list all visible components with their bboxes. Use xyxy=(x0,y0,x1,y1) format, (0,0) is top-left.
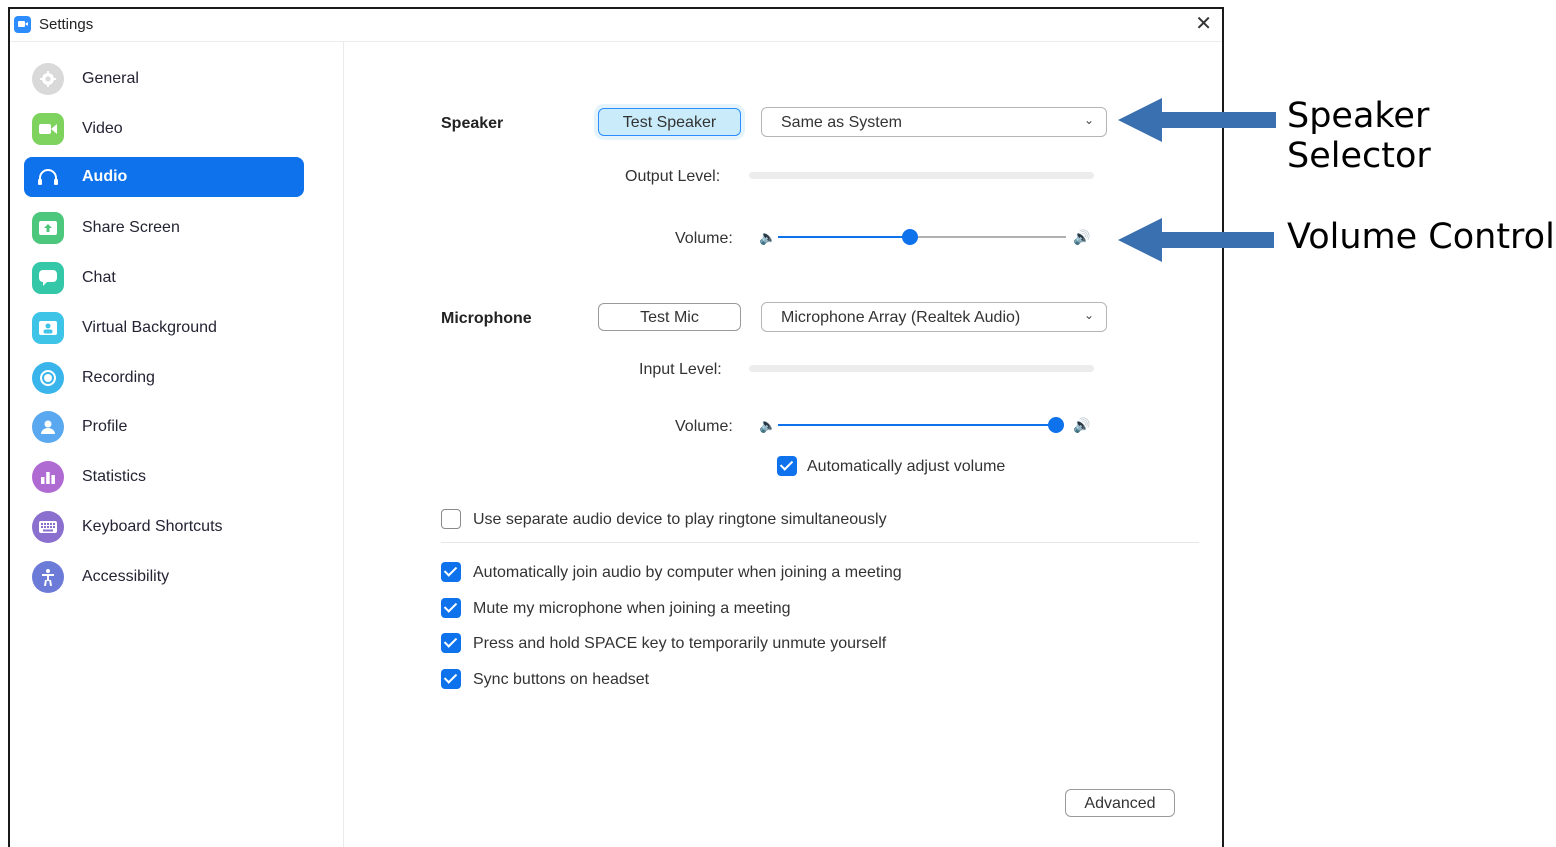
microphone-section-label: Microphone xyxy=(441,310,532,327)
sidebar-item-video[interactable]: Video xyxy=(24,109,304,149)
person-background-icon xyxy=(32,312,64,344)
volume-low-icon: 🔈 xyxy=(759,229,777,245)
microphone-volume-fill xyxy=(778,424,1056,426)
title-bar: Settings ✕ xyxy=(10,9,1222,42)
input-level-label: Input Level: xyxy=(639,361,722,378)
volume-high-icon: 🔊 xyxy=(1073,229,1091,245)
auto-join-audio-checkbox[interactable] xyxy=(441,562,461,582)
sidebar-item-label: Video xyxy=(82,120,123,137)
sidebar-item-label: Chat xyxy=(82,269,116,286)
space-unmute-label: Press and hold SPACE key to temporarily … xyxy=(473,635,887,652)
microphone-device-value: Microphone Array (Realtek Audio) xyxy=(781,309,1021,326)
keyboard-icon xyxy=(32,511,64,543)
sidebar-item-chat[interactable]: Chat xyxy=(24,258,304,298)
speaker-device-select[interactable]: Same as System ⌄ xyxy=(761,107,1107,137)
sidebar-item-virtual-background[interactable]: Virtual Background xyxy=(24,308,304,348)
options-divider xyxy=(441,542,1199,543)
advanced-button[interactable]: Advanced xyxy=(1065,789,1175,817)
close-icon[interactable]: ✕ xyxy=(1195,13,1212,35)
microphone-volume-label: Volume: xyxy=(675,418,733,435)
input-level-meter xyxy=(749,365,1094,372)
output-level-label: Output Level: xyxy=(625,168,721,185)
sidebar-item-keyboard-shortcuts[interactable]: Keyboard Shortcuts xyxy=(24,507,304,547)
sidebar: General Video Audio Share Screen Chat Vi… xyxy=(10,42,344,847)
auto-adjust-volume-checkbox[interactable] xyxy=(777,456,797,476)
speaker-volume-fill xyxy=(778,236,911,238)
chevron-down-icon: ⌄ xyxy=(1083,113,1094,127)
volume-high-icon: 🔊 xyxy=(1073,417,1091,433)
sidebar-item-label: Audio xyxy=(82,168,128,185)
auto-adjust-volume-label: Automatically adjust volume xyxy=(807,458,1006,475)
sidebar-item-audio[interactable]: Audio xyxy=(24,157,304,197)
sidebar-item-profile[interactable]: Profile xyxy=(24,407,304,447)
sidebar-item-label: Profile xyxy=(82,418,128,435)
sidebar-item-statistics[interactable]: Statistics xyxy=(24,457,304,497)
sidebar-item-label: Statistics xyxy=(82,468,147,485)
test-speaker-button[interactable]: Test Speaker xyxy=(598,108,741,136)
share-screen-icon xyxy=(32,212,64,244)
separate-ringtone-checkbox[interactable] xyxy=(441,509,461,529)
speaker-section-label: Speaker xyxy=(441,115,504,132)
microphone-volume-slider[interactable] xyxy=(778,417,1064,433)
speaker-device-value: Same as System xyxy=(781,114,902,131)
speaker-selector-annotation: Speaker Selector xyxy=(1287,96,1431,176)
headphones-icon xyxy=(32,161,64,193)
sidebar-item-label: Share Screen xyxy=(82,219,180,236)
speaker-volume-thumb[interactable] xyxy=(902,229,919,245)
volume-low-icon: 🔈 xyxy=(759,417,777,433)
sidebar-item-recording[interactable]: Recording xyxy=(24,358,304,398)
bar-chart-icon xyxy=(32,461,64,493)
sidebar-item-share-screen[interactable]: Share Screen xyxy=(24,208,304,248)
chevron-down-icon: ⌄ xyxy=(1083,308,1094,322)
accessibility-icon xyxy=(32,561,64,593)
sync-headset-label: Sync buttons on headset xyxy=(473,671,650,688)
record-icon xyxy=(32,362,64,394)
sidebar-item-accessibility[interactable]: Accessibility xyxy=(24,557,304,597)
speaker-volume-label: Volume: xyxy=(675,230,733,247)
sidebar-item-label: General xyxy=(82,70,139,87)
volume-control-annotation: Volume Control xyxy=(1287,217,1555,257)
sidebar-item-general[interactable]: General xyxy=(24,59,304,99)
sidebar-item-label: Recording xyxy=(82,369,155,386)
separate-ringtone-label: Use separate audio device to play ringto… xyxy=(473,511,887,528)
volume-control-arrow-icon xyxy=(1118,218,1274,262)
sidebar-item-label: Accessibility xyxy=(82,568,170,585)
settings-window: Settings ✕ General Video Audio Share Scr… xyxy=(8,7,1224,847)
zoom-app-icon xyxy=(14,16,31,33)
output-level-meter xyxy=(749,172,1094,179)
mute-on-join-label: Mute my microphone when joining a meetin… xyxy=(473,600,791,617)
test-mic-button[interactable]: Test Mic xyxy=(598,303,741,331)
user-icon xyxy=(32,411,64,443)
gear-icon xyxy=(32,63,64,95)
video-camera-icon xyxy=(32,113,64,145)
window-title: Settings xyxy=(39,16,94,33)
auto-join-audio-label: Automatically join audio by computer whe… xyxy=(473,564,902,581)
speaker-volume-slider[interactable] xyxy=(778,229,1066,245)
space-unmute-checkbox[interactable] xyxy=(441,633,461,653)
sidebar-item-label: Virtual Background xyxy=(82,319,217,336)
speaker-selector-arrow-icon xyxy=(1118,98,1276,142)
sync-headset-checkbox[interactable] xyxy=(441,669,461,689)
sidebar-item-label: Keyboard Shortcuts xyxy=(82,518,223,535)
microphone-device-select[interactable]: Microphone Array (Realtek Audio) ⌄ xyxy=(761,302,1107,332)
mute-on-join-checkbox[interactable] xyxy=(441,598,461,618)
microphone-volume-thumb[interactable] xyxy=(1048,417,1064,433)
chat-bubble-icon xyxy=(32,262,64,294)
